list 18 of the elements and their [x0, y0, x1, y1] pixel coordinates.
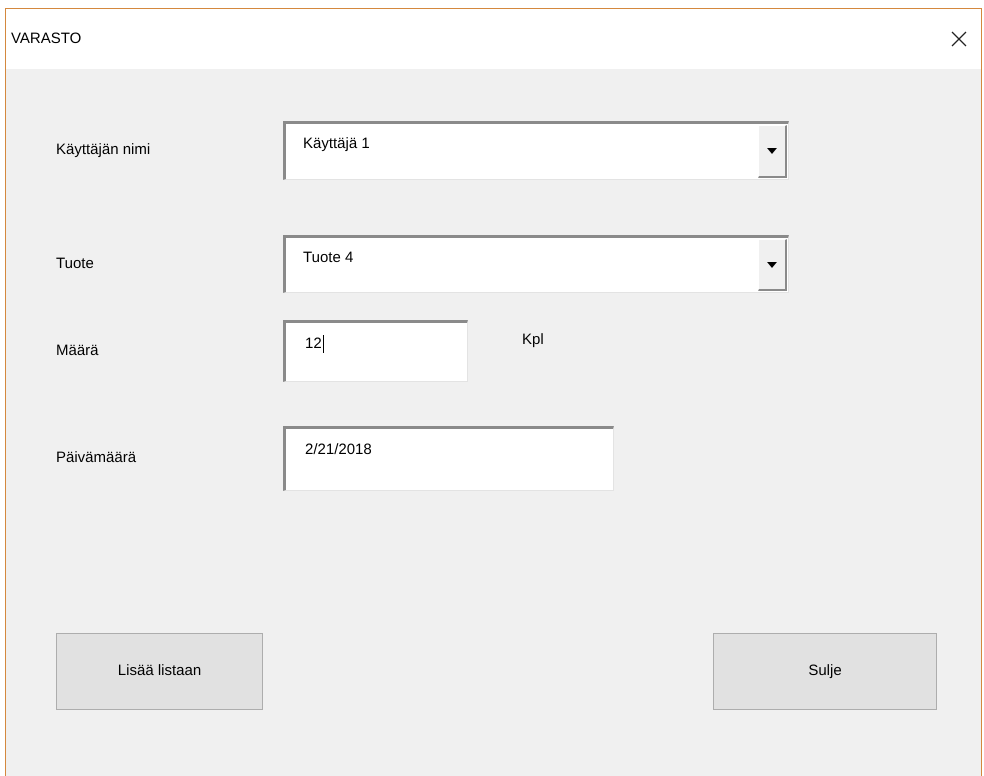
unit-label: Kpl [522, 330, 544, 350]
text-field[interactable]: 12 [283, 320, 468, 382]
field-label: Tuote [56, 254, 95, 274]
close-icon [951, 31, 967, 47]
dropdown-button[interactable] [758, 239, 787, 291]
dialog-button[interactable]: Sulje [713, 633, 937, 710]
dialog-button[interactable]: Lisää listaan [56, 633, 263, 710]
text-cursor [322, 335, 324, 354]
caret-down-icon [767, 262, 777, 268]
text-field[interactable]: 2/21/2018 [283, 426, 614, 491]
dropdown-button[interactable] [758, 125, 787, 178]
field-label: Käyttäjän nimi [56, 140, 152, 160]
window-title: VARASTO [11, 28, 82, 49]
caret-down-icon [767, 148, 777, 154]
dropdown-field[interactable]: Käyttäjä 1 [283, 121, 789, 180]
field-label: Määrä [56, 340, 100, 361]
dropdown-field[interactable]: Tuote 4 [283, 235, 789, 293]
field-label: Päivämäärä [56, 448, 138, 468]
